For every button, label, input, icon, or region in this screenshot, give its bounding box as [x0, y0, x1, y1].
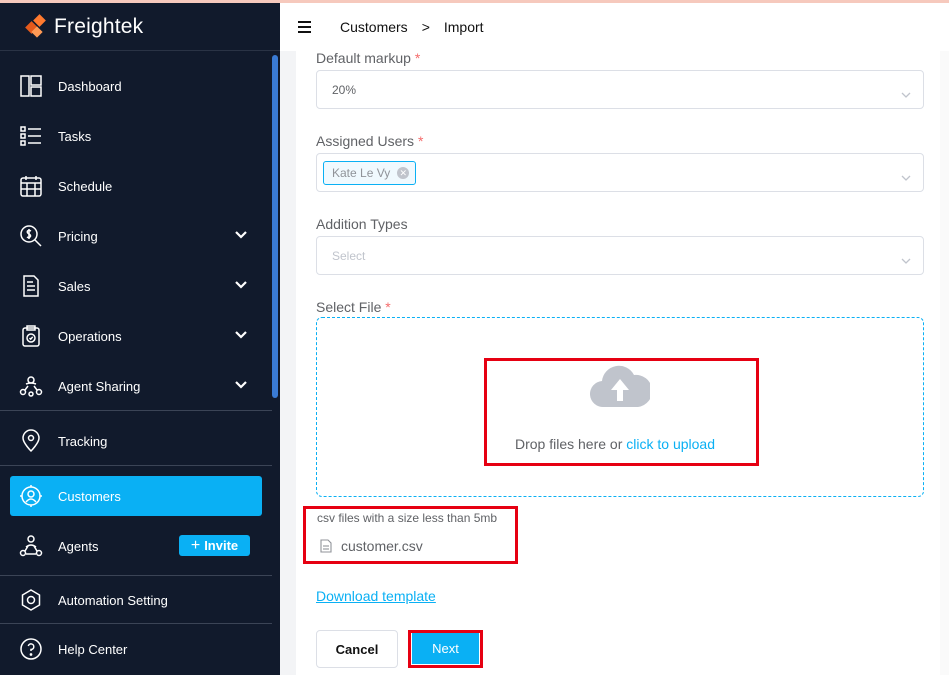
top-header: Customers > Import — [280, 3, 949, 51]
chevron-down-icon[interactable] — [234, 378, 248, 392]
chevron-down-icon[interactable] — [234, 328, 248, 342]
default-markup-label: Default markup * — [316, 50, 421, 66]
sidebar-item-tasks[interactable]: Tasks — [0, 111, 272, 161]
sidebar-scrollbar[interactable] — [272, 55, 278, 398]
default-markup-select[interactable]: 20% — [316, 70, 924, 109]
tracking-icon — [18, 428, 44, 454]
breadcrumb-separator: > — [421, 19, 430, 35]
user-tag: Kate Le Vy ✕ — [323, 161, 417, 185]
chevron-down-icon — [901, 252, 911, 264]
close-icon[interactable]: ✕ — [397, 167, 410, 179]
sidebar-item-label: Agent Sharing — [58, 378, 141, 394]
sidebar-item-tracking[interactable]: Tracking — [0, 416, 272, 466]
sidebar-item-pricing[interactable]: Pricing — [0, 211, 272, 261]
invite-button[interactable]: + Invite — [179, 535, 250, 556]
chevron-down-icon[interactable] — [234, 228, 248, 242]
pricing-icon — [18, 223, 44, 249]
brand[interactable]: Freightek — [0, 3, 280, 51]
assigned-users-select[interactable]: Kate Le Vy ✕ — [316, 153, 924, 192]
help-icon — [18, 636, 44, 662]
calendar-icon — [18, 173, 44, 199]
sidebar-item-operations[interactable]: Operations — [0, 311, 272, 361]
breadcrumb-customers[interactable]: Customers — [340, 19, 408, 35]
sidebar: Freightek Dashboard Tasks Schedule Prici… — [0, 3, 280, 675]
app-name: Freightek — [54, 14, 144, 38]
sales-icon — [18, 273, 44, 299]
page-scrollbar[interactable] — [940, 51, 949, 675]
sidebar-item-schedule[interactable]: Schedule — [0, 161, 272, 211]
sidebar-item-label: Operations — [58, 328, 122, 344]
sidebar-item-label: Automation Setting — [58, 592, 168, 608]
chevron-down-icon[interactable] — [234, 278, 248, 292]
automation-icon — [18, 587, 44, 613]
sidebar-item-label: Dashboard — [58, 78, 122, 94]
menu-toggle-icon[interactable] — [298, 21, 312, 33]
sidebar-item-dashboard[interactable]: Dashboard — [0, 61, 272, 111]
sidebar-item-label: Tasks — [58, 128, 92, 144]
sidebar-item-agent-sharing[interactable]: Agent Sharing — [0, 361, 272, 411]
freightek-logo-icon — [25, 13, 46, 38]
invite-label: Invite — [204, 538, 239, 553]
upload-highlight-box — [484, 358, 759, 466]
agent-sharing-icon — [18, 373, 44, 399]
customers-icon — [18, 483, 44, 509]
addition-types-placeholder: Select — [332, 249, 366, 263]
chevron-down-icon — [901, 86, 911, 98]
agents-icon — [18, 533, 44, 559]
breadcrumb-import: Import — [443, 19, 484, 35]
top-accent-line — [0, 0, 949, 3]
default-markup-value: 20% — [332, 83, 357, 97]
download-template-link[interactable]: Download template — [316, 588, 436, 604]
plus-icon: + — [190, 536, 201, 554]
sidebar-item-customers[interactable]: Customers — [0, 471, 272, 521]
tasks-icon — [18, 123, 44, 149]
cancel-button[interactable]: Cancel — [316, 630, 398, 668]
sidebar-item-label: Agents — [58, 538, 99, 554]
addition-types-label: Addition Types — [316, 216, 408, 232]
sidebar-item-sales[interactable]: Sales — [0, 261, 272, 311]
sidebar-item-label: Customers — [58, 488, 121, 504]
sidebar-divider — [0, 465, 272, 466]
sidebar-item-label: Schedule — [58, 178, 113, 194]
sidebar-divider — [0, 410, 272, 411]
assigned-users-label: Assigned Users * — [316, 133, 424, 149]
file-highlight-box — [303, 506, 518, 564]
dashboard-icon — [18, 73, 44, 99]
sidebar-item-help-center[interactable]: Help Center — [0, 624, 272, 674]
addition-types-select[interactable]: Select — [316, 236, 924, 275]
sidebar-item-label: Tracking — [58, 433, 108, 449]
operations-icon — [18, 323, 44, 349]
breadcrumb: Customers > Import — [340, 19, 484, 35]
sidebar-item-label: Sales — [58, 278, 91, 294]
sidebar-item-label: Pricing — [58, 228, 98, 244]
user-tag-label: Kate Le Vy — [332, 166, 391, 180]
select-file-label: Select File * — [316, 299, 391, 315]
sidebar-item-label: Help Center — [58, 641, 128, 657]
sidebar-item-automation-setting[interactable]: Automation Setting — [0, 575, 272, 625]
chevron-down-icon — [901, 169, 911, 181]
next-highlight-box — [408, 630, 483, 668]
